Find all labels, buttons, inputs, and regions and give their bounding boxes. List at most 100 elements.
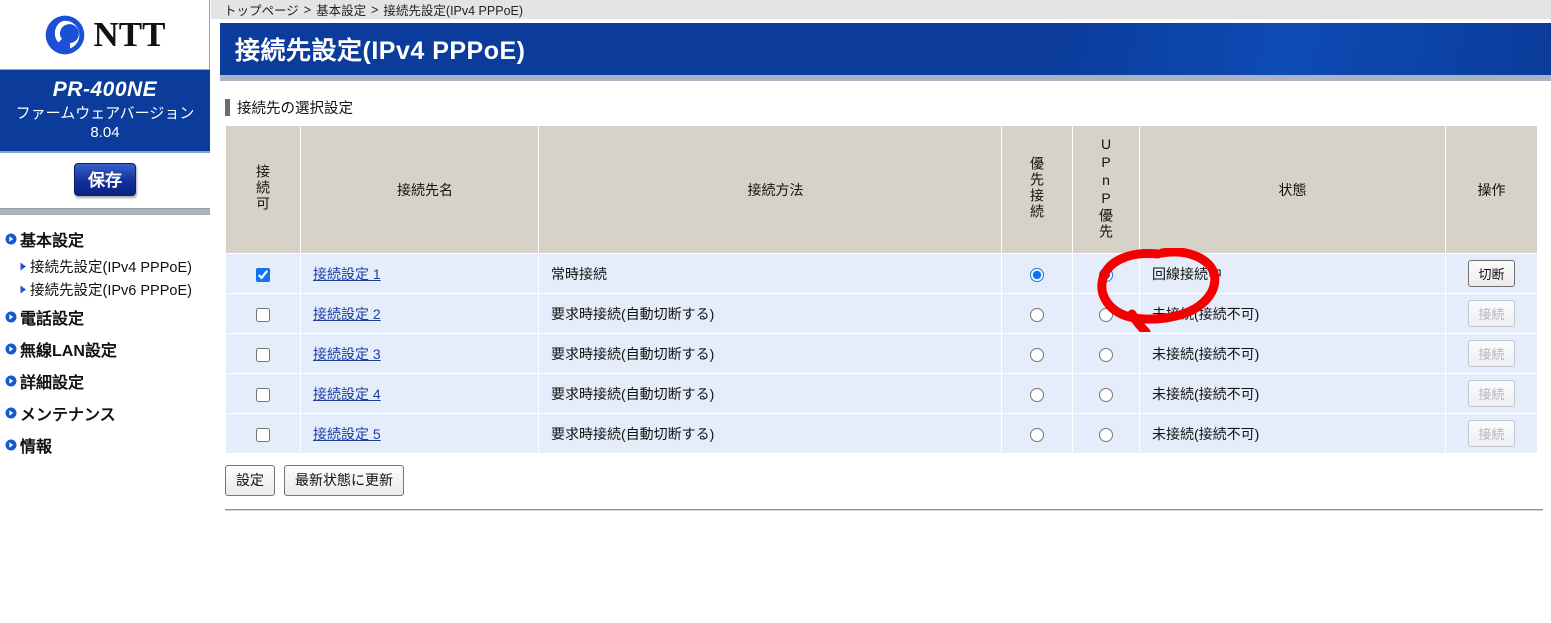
connection-link[interactable]: 接続設定 4 xyxy=(313,386,381,402)
priority-radio[interactable] xyxy=(1030,267,1044,282)
cell-name: 接続設定 3 xyxy=(300,333,539,374)
title-underline xyxy=(220,75,1551,81)
breadcrumb-item-current: 接続先設定(IPv4 PPPoE) xyxy=(383,4,524,18)
cell-method: 要求時接続(自動切断する) xyxy=(538,373,1002,414)
firmware-version: 8.04 xyxy=(90,123,120,141)
connection-link[interactable]: 接続設定 2 xyxy=(313,306,381,322)
sidebar-item-label: 無線LAN設定 xyxy=(20,342,117,360)
cell-name: 接続設定 4 xyxy=(300,373,539,414)
enable-checkbox[interactable] xyxy=(256,307,270,322)
cell-priority xyxy=(1001,333,1073,374)
ntt-swirl-icon xyxy=(45,15,84,54)
breadcrumb-item-home[interactable]: トップページ xyxy=(224,0,299,19)
table-row: 接続設定 4 要求時接続(自動切断する) 未接続(接続不可) 接続 xyxy=(225,373,1538,414)
priority-radio[interactable] xyxy=(1030,387,1044,402)
connect-button[interactable]: 接続 xyxy=(1468,300,1515,327)
chevron-circle-icon xyxy=(5,311,17,323)
upnp-radio[interactable] xyxy=(1099,387,1113,402)
sidebar-item-advanced[interactable]: 詳細設定 xyxy=(2,365,210,397)
model-name: PR-400NE xyxy=(52,78,158,101)
cell-method: 要求時接続(自動切断する) xyxy=(538,333,1002,374)
sidebar-item-wireless-lan[interactable]: 無線LAN設定 xyxy=(2,333,210,365)
cell-operation: 接続 xyxy=(1445,293,1538,334)
connect-button[interactable]: 接続 xyxy=(1468,380,1515,407)
footer-actions: 設定 最新状態に更新 xyxy=(225,465,1551,496)
sidebar-item-information[interactable]: 情報 xyxy=(2,429,210,461)
col-header-priority: 優先接続 xyxy=(1001,125,1073,254)
cell-method: 常時接続 xyxy=(538,253,1002,294)
cell-name: 接続設定 1 xyxy=(300,253,539,294)
enable-checkbox[interactable] xyxy=(256,267,270,282)
table-header-row: 接続可 接続先名 接続方法 優先接続 UPnP優先 状態 操作 xyxy=(225,125,1538,254)
upnp-radio[interactable] xyxy=(1099,427,1113,442)
chevron-circle-icon xyxy=(5,439,17,451)
cell-upnp xyxy=(1072,413,1140,454)
table-row: 接続設定 3 要求時接続(自動切断する) 未接続(接続不可) 接続 xyxy=(225,333,1538,374)
connect-button[interactable]: 接続 xyxy=(1468,340,1515,367)
breadcrumb-item-basic[interactable]: 基本設定 xyxy=(316,0,366,19)
table-body: 接続設定 1 常時接続 回線接続中 切断 接続設定 2 要求時接続(自動切断する… xyxy=(225,253,1538,454)
cell-upnp xyxy=(1072,373,1140,414)
sidebar-item-label: 接続先設定(IPv4 PPPoE) xyxy=(30,259,192,276)
cell-operation: 接続 xyxy=(1445,413,1538,454)
connect-button[interactable]: 接続 xyxy=(1468,420,1515,447)
enable-checkbox[interactable] xyxy=(256,387,270,402)
connection-link[interactable]: 接続設定 5 xyxy=(313,426,381,442)
disconnect-button[interactable]: 切断 xyxy=(1468,260,1515,287)
cell-enabled xyxy=(225,413,301,454)
col-header-status: 状態 xyxy=(1139,125,1446,254)
upnp-radio[interactable] xyxy=(1099,347,1113,362)
cell-priority xyxy=(1001,373,1073,414)
upnp-radio[interactable] xyxy=(1099,267,1113,282)
cell-status: 未接続(接続不可) xyxy=(1139,293,1446,334)
table-row: 接続設定 1 常時接続 回線接続中 切断 xyxy=(225,253,1538,294)
breadcrumb-separator: > xyxy=(303,2,312,17)
cell-upnp xyxy=(1072,253,1140,294)
sidebar: NTT PR-400NE ファームウェアバージョン 8.04 保存 基本設定 接… xyxy=(0,0,211,623)
cell-name: 接続設定 5 xyxy=(300,413,539,454)
chevron-circle-icon xyxy=(5,233,17,245)
footer-divider xyxy=(225,509,1543,511)
apply-button[interactable]: 設定 xyxy=(225,465,275,496)
col-header-method: 接続方法 xyxy=(538,125,1002,254)
page-title: 接続先設定(IPv4 PPPoE) xyxy=(220,23,1551,75)
enable-checkbox[interactable] xyxy=(256,427,270,442)
cell-method: 要求時接続(自動切断する) xyxy=(538,413,1002,454)
sidebar-item-basic[interactable]: 基本設定 xyxy=(2,223,210,255)
sidebar-item-ipv4-pppoe[interactable]: 接続先設定(IPv4 PPPoE) xyxy=(2,255,210,278)
col-header-enabled: 接続可 xyxy=(225,125,301,254)
connection-link[interactable]: 接続設定 3 xyxy=(313,346,381,362)
cell-status: 未接続(接続不可) xyxy=(1139,373,1446,414)
col-header-name: 接続先名 xyxy=(300,125,539,254)
sidebar-item-phone[interactable]: 電話設定 xyxy=(2,301,210,333)
save-button[interactable]: 保存 xyxy=(74,162,136,196)
sidebar-item-label: 電話設定 xyxy=(20,310,85,328)
save-area: 保存 xyxy=(0,152,210,209)
cell-upnp xyxy=(1072,293,1140,334)
cell-enabled xyxy=(225,333,301,374)
section-marker-icon xyxy=(225,99,230,116)
enable-checkbox[interactable] xyxy=(256,347,270,362)
main-content: トップページ > 基本設定 > 接続先設定(IPv4 PPPoE) 接続先設定(… xyxy=(211,0,1551,623)
priority-radio[interactable] xyxy=(1030,347,1044,362)
upnp-radio[interactable] xyxy=(1099,307,1113,322)
sidebar-item-label: 接続先設定(IPv6 PPPoE) xyxy=(30,282,192,299)
section-header: 接続先の選択設定 xyxy=(225,97,1551,118)
table-row: 接続設定 2 要求時接続(自動切断する) 未接続(接続不可) 接続 xyxy=(225,293,1538,334)
chevron-circle-icon xyxy=(5,407,17,419)
cell-operation: 接続 xyxy=(1445,373,1538,414)
priority-radio[interactable] xyxy=(1030,307,1044,322)
cell-enabled xyxy=(225,253,301,294)
connection-link[interactable]: 接続設定 1 xyxy=(313,266,381,282)
cell-operation: 切断 xyxy=(1445,253,1538,294)
breadcrumb: トップページ > 基本設定 > 接続先設定(IPv4 PPPoE) xyxy=(211,0,1551,20)
cell-status: 回線接続中 xyxy=(1139,253,1446,294)
refresh-button[interactable]: 最新状態に更新 xyxy=(284,465,404,496)
firmware-label: ファームウェアバージョン xyxy=(15,105,195,122)
sidebar-item-ipv6-pppoe[interactable]: 接続先設定(IPv6 PPPoE) xyxy=(2,278,210,301)
cell-status: 未接続(接続不可) xyxy=(1139,413,1446,454)
priority-radio[interactable] xyxy=(1030,427,1044,442)
cell-upnp xyxy=(1072,333,1140,374)
sidebar-item-maintenance[interactable]: メンテナンス xyxy=(2,397,210,429)
chevron-circle-icon xyxy=(5,343,17,355)
